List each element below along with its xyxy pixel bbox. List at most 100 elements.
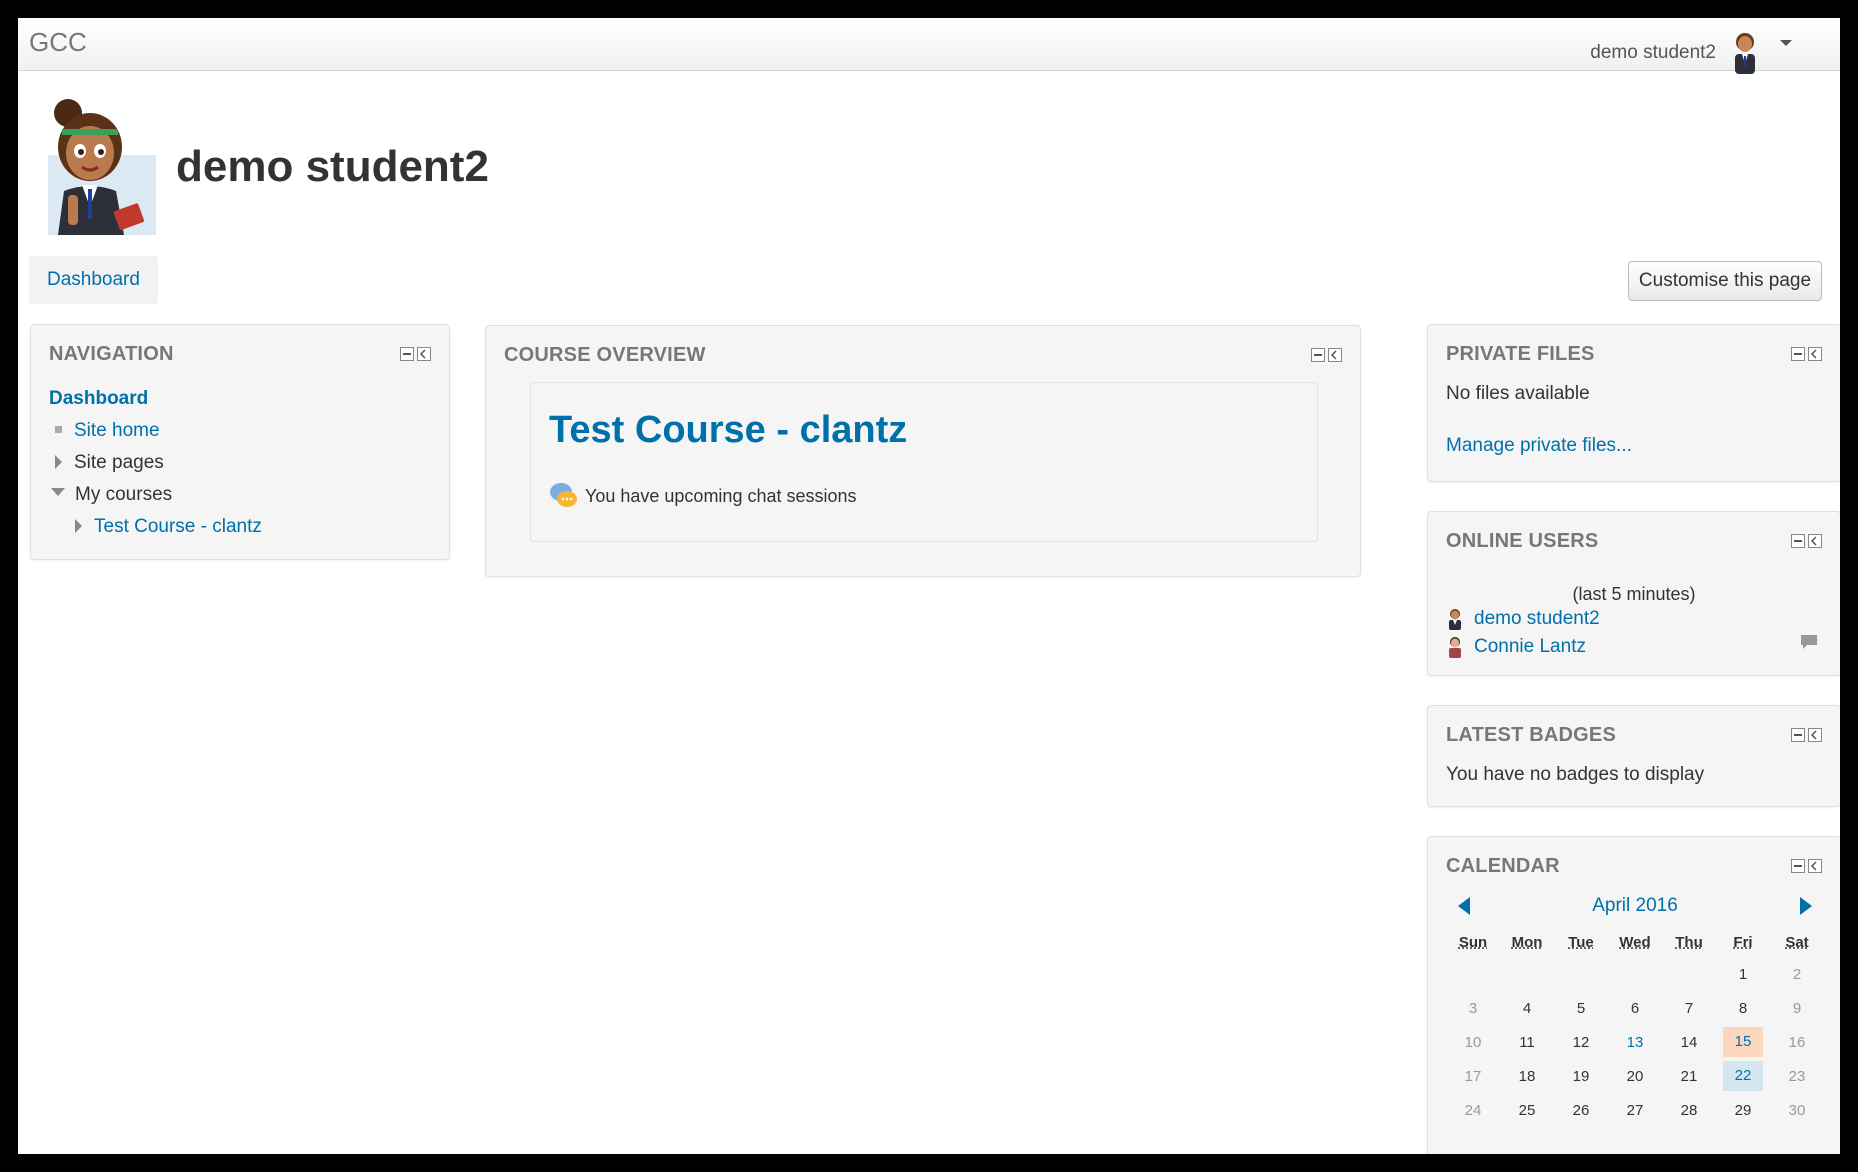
nav-item-site-home-label[interactable]: Site home <box>74 420 160 441</box>
top-navbar: GCC demo student2 <box>18 18 1840 74</box>
weekday-label: Mon <box>1511 933 1543 951</box>
calendar-day: 2 <box>1792 965 1802 983</box>
calendar-day: 28 <box>1680 1101 1698 1119</box>
course-overview-block: COURSE OVERVIEW Test Course - clantz You… <box>485 325 1361 577</box>
customise-page-button[interactable]: Customise this page <box>1628 261 1822 301</box>
calendar-day: 10 <box>1464 1033 1482 1051</box>
calendar-day-event[interactable]: 22 <box>1723 1061 1763 1091</box>
calendar-day-event[interactable]: 13 <box>1608 1034 1662 1051</box>
dock-icon[interactable] <box>1808 859 1822 873</box>
calendar-day: 23 <box>1788 1067 1806 1085</box>
calendar-day: 12 <box>1572 1033 1590 1051</box>
calendar-day: 27 <box>1626 1101 1644 1119</box>
collapse-icon[interactable] <box>1791 728 1805 742</box>
online-user-name[interactable]: Connie Lantz <box>1474 636 1586 658</box>
collapse-icon[interactable] <box>1791 534 1805 548</box>
collapse-icon[interactable] <box>400 347 414 361</box>
block-controls <box>1791 728 1822 742</box>
nav-item-course[interactable]: Test Course - clantz <box>49 511 262 543</box>
page-title: demo student2 <box>176 142 489 191</box>
calendar-day-today[interactable]: 15 <box>1723 1027 1763 1057</box>
calendar-day: 19 <box>1572 1067 1590 1085</box>
private-files-title: PRIVATE FILES <box>1446 343 1595 365</box>
calendar-week-row: 3 4 5 6 7 8 9 <box>1446 991 1824 1025</box>
nav-item-site-pages[interactable]: Site pages <box>49 447 262 479</box>
weekday-label: Sun <box>1458 933 1488 951</box>
calendar-day: 5 <box>1576 999 1586 1017</box>
calendar-day: 8 <box>1738 999 1748 1017</box>
nav-item-course-label[interactable]: Test Course - clantz <box>94 516 262 537</box>
weekday-label: Fri <box>1733 933 1753 951</box>
user-menu[interactable]: demo student2 <box>1590 30 1792 74</box>
collapse-arrow-icon[interactable] <box>51 488 65 496</box>
calendar-week-row: 17 18 19 20 21 22 23 <box>1446 1059 1824 1093</box>
site-brand[interactable]: GCC <box>29 27 87 58</box>
course-notice: You have upcoming chat sessions <box>549 481 857 511</box>
profile-avatar <box>48 99 156 235</box>
collapse-icon[interactable] <box>1791 859 1805 873</box>
calendar-weekday-row: Sun Mon Tue Wed Thu Fri Sat <box>1446 927 1824 957</box>
nav-item-my-courses-label[interactable]: My courses <box>75 484 172 505</box>
nav-item-site-home[interactable]: Site home <box>49 415 262 447</box>
nav-item-my-courses[interactable]: My courses <box>49 479 262 511</box>
calendar-day: 17 <box>1464 1067 1482 1085</box>
online-users-period: (last 5 minutes) <box>1572 584 1696 604</box>
calendar-day: 3 <box>1468 999 1478 1017</box>
user-menu-name[interactable]: demo student2 <box>1590 42 1716 64</box>
next-month-icon[interactable] <box>1800 897 1812 915</box>
weekday-label: Sat <box>1785 933 1809 951</box>
dock-icon[interactable] <box>1328 348 1342 362</box>
calendar-day: 9 <box>1792 999 1802 1017</box>
course-card: Test Course - clantz You have upcoming c… <box>530 382 1318 542</box>
calendar-day: 20 <box>1626 1067 1644 1085</box>
user-avatar-icon[interactable] <box>1728 30 1762 74</box>
block-controls <box>1791 534 1822 548</box>
expand-arrow-icon[interactable] <box>75 519 82 533</box>
manage-private-files-link[interactable]: Manage private files... <box>1446 435 1632 457</box>
tab-dashboard[interactable]: Dashboard <box>29 256 158 304</box>
calendar-month-link[interactable]: April 2016 <box>1446 895 1824 917</box>
weekday-label: Wed <box>1619 933 1651 951</box>
calendar-block: CALENDAR April 2016 Sun Mon Tue Wed Thu … <box>1427 836 1840 1154</box>
calendar-day: 30 <box>1788 1101 1806 1119</box>
dock-icon[interactable] <box>417 347 431 361</box>
collapse-icon[interactable] <box>1791 347 1805 361</box>
calendar-week-row: 10 11 12 13 14 15 16 <box>1446 1025 1824 1059</box>
calendar-day: 6 <box>1630 999 1640 1017</box>
user-avatar-icon <box>1449 609 1461 630</box>
chat-icon <box>550 483 577 507</box>
message-icon[interactable] <box>1800 634 1818 650</box>
online-user-item[interactable]: Connie Lantz <box>1446 636 1586 658</box>
browser-frame: GCC demo student2 demo student2 Dashboar… <box>18 18 1840 1154</box>
calendar-grid: Sun Mon Tue Wed Thu Fri Sat 1 2 3 4 5 6 … <box>1446 927 1824 1127</box>
calendar-day: 25 <box>1518 1101 1536 1119</box>
dock-icon[interactable] <box>1808 728 1822 742</box>
online-user-item[interactable]: demo student2 <box>1446 608 1600 630</box>
calendar-day: 18 <box>1518 1067 1536 1085</box>
calendar-title: CALENDAR <box>1446 855 1560 877</box>
calendar-day: 16 <box>1788 1033 1806 1051</box>
block-controls <box>1791 347 1822 361</box>
nav-item-dashboard[interactable]: Dashboard <box>49 388 148 409</box>
calendar-day: 24 <box>1464 1101 1482 1119</box>
navigation-tree: Dashboard Site home Site pages My course… <box>49 383 262 543</box>
collapse-icon[interactable] <box>1311 348 1325 362</box>
block-controls <box>400 347 431 361</box>
calendar-day: 1 <box>1738 965 1748 983</box>
user-avatar-icon <box>1449 637 1461 658</box>
calendar-day: 21 <box>1680 1067 1698 1085</box>
block-controls <box>1311 348 1342 362</box>
dock-icon[interactable] <box>1808 534 1822 548</box>
private-files-block: PRIVATE FILES No files available Manage … <box>1427 324 1840 482</box>
nav-item-site-pages-label[interactable]: Site pages <box>74 452 164 473</box>
latest-badges-status: You have no badges to display <box>1446 764 1705 785</box>
chevron-down-icon[interactable] <box>1780 40 1792 46</box>
online-users-block: ONLINE USERS (last 5 minutes) demo stude… <box>1427 511 1840 676</box>
online-user-name[interactable]: demo student2 <box>1474 608 1600 630</box>
dock-icon[interactable] <box>1808 347 1822 361</box>
private-files-status: No files available <box>1446 383 1590 404</box>
weekday-label: Tue <box>1568 933 1594 951</box>
course-link[interactable]: Test Course - clantz <box>549 409 907 452</box>
calendar-day: 29 <box>1734 1101 1752 1119</box>
expand-arrow-icon[interactable] <box>55 455 62 469</box>
